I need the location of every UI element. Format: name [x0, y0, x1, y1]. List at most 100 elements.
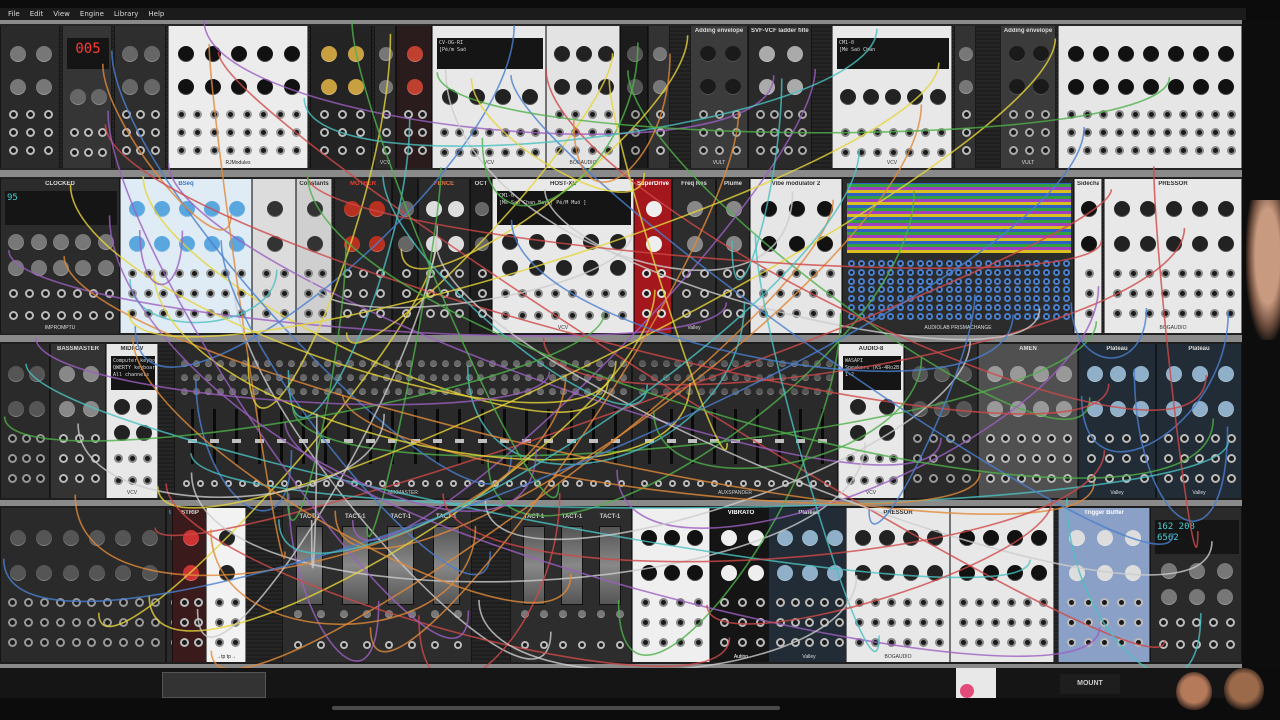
knob[interactable] [1218, 365, 1234, 382]
knob[interactable] [560, 373, 568, 381]
jack[interactable] [534, 311, 544, 321]
jack[interactable] [1210, 289, 1220, 299]
knob[interactable] [934, 401, 950, 418]
knob[interactable] [370, 373, 378, 381]
knob[interactable] [744, 359, 752, 367]
jack[interactable] [965, 277, 973, 285]
jack[interactable] [1062, 304, 1070, 312]
knob[interactable] [1125, 565, 1141, 582]
jack[interactable] [1179, 454, 1189, 464]
jack[interactable] [1006, 598, 1016, 608]
knob[interactable] [276, 387, 284, 395]
jack[interactable] [221, 289, 231, 299]
jack[interactable] [887, 286, 895, 294]
knob[interactable] [141, 565, 158, 582]
jack[interactable] [904, 128, 914, 138]
jack[interactable] [1062, 313, 1070, 321]
jack[interactable] [920, 128, 930, 138]
jack[interactable] [682, 479, 690, 487]
jack[interactable] [587, 127, 597, 137]
jack[interactable] [1084, 309, 1094, 319]
jack[interactable] [210, 479, 218, 487]
jack[interactable] [558, 641, 567, 649]
knob[interactable] [323, 373, 331, 381]
jack[interactable] [1001, 474, 1011, 484]
jack[interactable] [1226, 640, 1236, 650]
jack[interactable] [121, 109, 131, 119]
knob[interactable] [1086, 401, 1103, 418]
knob[interactable] [203, 236, 220, 253]
knob[interactable] [640, 529, 657, 546]
jack[interactable] [1043, 286, 1051, 294]
jack[interactable] [24, 618, 34, 628]
jack[interactable] [500, 289, 510, 299]
jack[interactable] [681, 289, 691, 299]
jack[interactable] [1052, 259, 1060, 267]
knob[interactable] [144, 78, 160, 95]
jack[interactable] [74, 434, 84, 444]
jack[interactable] [994, 277, 1002, 285]
knob[interactable] [97, 259, 114, 276]
knob[interactable] [426, 200, 442, 217]
jack[interactable] [994, 259, 1002, 267]
jack[interactable] [309, 479, 317, 487]
jack[interactable] [230, 618, 240, 628]
knob[interactable] [959, 529, 975, 546]
knob[interactable] [468, 88, 485, 105]
knob[interactable] [539, 610, 548, 619]
jack[interactable] [1226, 309, 1236, 319]
knob[interactable] [276, 373, 284, 381]
jack[interactable] [1013, 259, 1021, 267]
jack[interactable] [848, 295, 856, 303]
menu-engine[interactable]: Engine [76, 10, 108, 18]
jack[interactable] [840, 128, 850, 138]
jack[interactable] [737, 638, 747, 648]
jack[interactable] [732, 145, 742, 155]
jack[interactable] [1162, 109, 1172, 119]
jack[interactable] [1139, 454, 1149, 464]
jack[interactable] [945, 304, 953, 312]
jack[interactable] [376, 309, 386, 319]
knob[interactable] [441, 359, 449, 367]
knob[interactable] [136, 424, 152, 441]
module-audio-8[interactable]: AUDIO-8 VCV WASAPI Speakers (KS-4Ro2B) 1-2 [838, 344, 904, 498]
knob[interactable] [154, 200, 171, 217]
module-fence[interactable]: FENCE [418, 179, 470, 333]
module-constants[interactable]: Constants [296, 179, 332, 333]
jack[interactable] [792, 289, 802, 299]
knob[interactable] [193, 373, 201, 381]
knob[interactable] [720, 359, 728, 367]
jack[interactable] [21, 474, 31, 484]
knob[interactable] [959, 565, 975, 582]
knob[interactable] [1193, 78, 1210, 95]
fader[interactable] [366, 408, 376, 465]
jack[interactable] [945, 277, 953, 285]
menu-library[interactable]: Library [110, 10, 142, 18]
jack[interactable] [809, 309, 819, 319]
knob[interactable] [501, 387, 509, 395]
jack[interactable] [1022, 618, 1032, 628]
knob[interactable] [489, 387, 497, 395]
jack[interactable] [1062, 454, 1072, 464]
jack[interactable] [150, 618, 160, 628]
knob[interactable] [10, 46, 26, 63]
knob[interactable] [97, 233, 114, 250]
knob[interactable] [477, 359, 485, 367]
fader[interactable] [410, 408, 420, 465]
jack[interactable] [889, 476, 899, 486]
knob[interactable] [699, 78, 716, 95]
jack[interactable] [26, 127, 36, 137]
jack[interactable] [214, 618, 224, 628]
jack[interactable] [755, 618, 765, 628]
jack[interactable] [877, 313, 885, 321]
knob[interactable] [576, 46, 592, 63]
jack[interactable] [854, 618, 864, 628]
knob[interactable] [204, 46, 221, 63]
jack[interactable] [888, 147, 898, 157]
jack[interactable] [926, 313, 934, 321]
knob[interactable] [646, 236, 662, 253]
jack[interactable] [1082, 127, 1092, 137]
knob[interactable] [685, 373, 693, 381]
jack[interactable] [1164, 474, 1174, 484]
jack[interactable] [848, 259, 856, 267]
